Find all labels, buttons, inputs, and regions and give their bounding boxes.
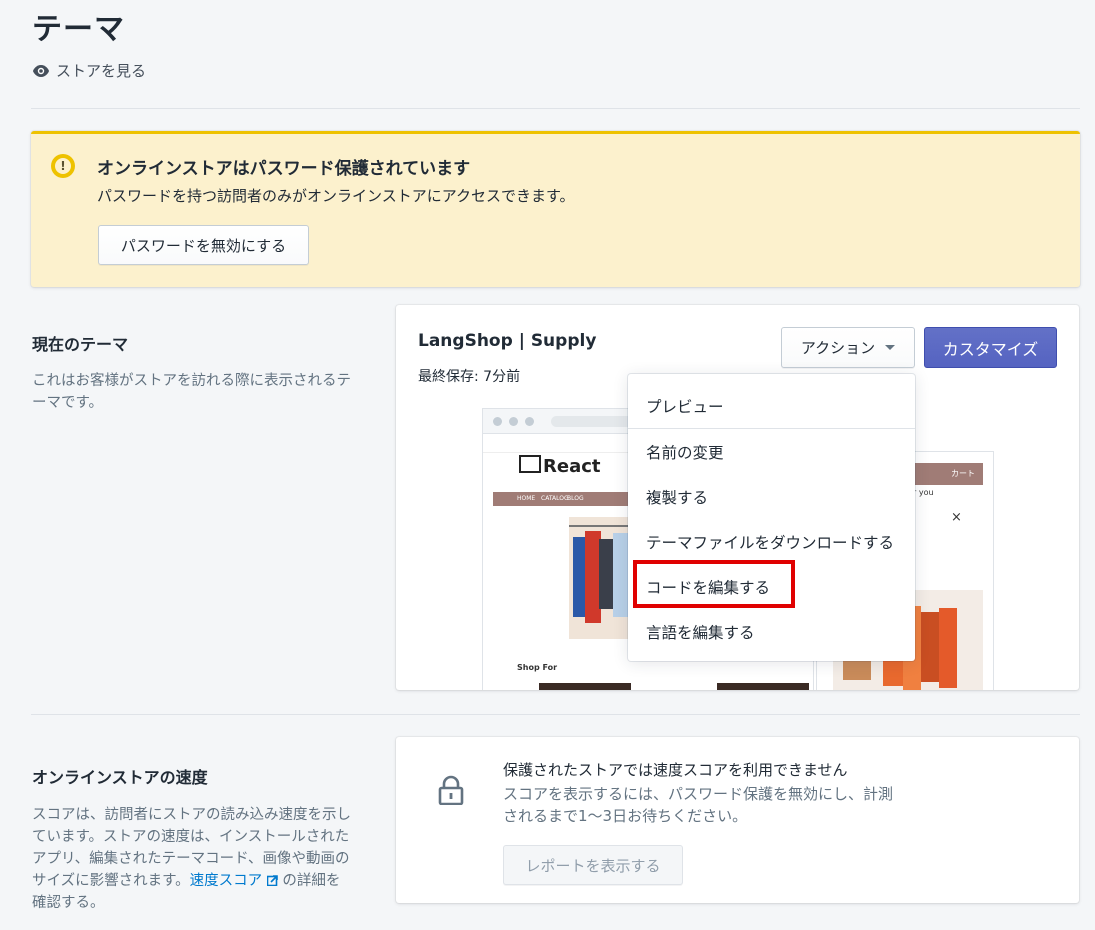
theme-name: LangShop | Supply [418, 331, 597, 351]
external-link-icon [266, 875, 278, 887]
menu-item-preview[interactable]: プレビュー [646, 395, 724, 417]
actions-label: アクション [800, 339, 876, 357]
actions-button[interactable]: アクション [781, 327, 915, 368]
last-saved: 最終保存: 7分前 [418, 369, 521, 385]
menu-item-rename[interactable]: 名前の変更 [646, 441, 724, 463]
preview-close-icon: × [951, 510, 962, 525]
caret-down-icon [885, 345, 896, 350]
banner-text: パスワードを持つ訪問者のみがオンラインストアにアクセスできます。 [97, 187, 575, 205]
disable-password-button[interactable]: パスワードを無効にする [98, 225, 309, 265]
speed-card-text: スコアを表示するには、パスワード保護を無効にし、計測されるまで1〜3日お待ちくだ… [503, 785, 894, 825]
menu-item-download-theme[interactable]: テーマファイルをダウンロードする [646, 531, 894, 553]
menu-item-edit-languages[interactable]: 言語を編集する [646, 621, 755, 643]
preview-cart: カート [951, 469, 975, 478]
preview-logo: React [519, 455, 601, 477]
actions-dropdown: プレビュー 名前の変更 複製する テーマファイルをダウンロードする コードを編集… [628, 374, 915, 661]
customize-button[interactable]: カスタマイズ [924, 327, 1057, 368]
eye-icon [33, 64, 49, 77]
speed-card: 保護されたストアでは速度スコアを利用できません スコアを表示するには、パスワード… [396, 737, 1079, 903]
section-divider [31, 714, 1080, 715]
view-report-button[interactable]: レポートを表示する [503, 845, 683, 885]
speed-heading: オンラインストアの速度 [32, 768, 208, 787]
menu-item-duplicate[interactable]: 複製する [646, 486, 708, 508]
view-store-link[interactable]: ストアを見る [32, 60, 146, 81]
preview-shop-for: Shop For [517, 663, 558, 672]
warning-icon: ! [51, 154, 75, 178]
header-divider [31, 108, 1080, 109]
page-title: テーマ [32, 12, 125, 47]
menu-divider [628, 428, 915, 429]
edit-code-highlight [633, 560, 795, 608]
speed-card-title: 保護されたストアでは速度スコアを利用できません [503, 761, 848, 779]
speed-score-link[interactable]: 速度スコア [190, 873, 278, 889]
banner-title: オンラインストアはパスワード保護されています [97, 159, 471, 179]
password-banner: ! オンラインストアはパスワード保護されています パスワードを持つ訪問者のみがオ… [31, 131, 1080, 287]
current-theme-heading: 現在のテーマ [32, 335, 129, 354]
speed-description: スコアは、訪問者にストアの読み込み速度を示しています。ストアの速度は、インストー… [32, 807, 351, 911]
lock-icon [438, 775, 464, 805]
view-store-label: ストアを見る [56, 62, 147, 80]
current-theme-description: これはお客様がストアを訪れる際に表示されるテーマです。 [32, 373, 351, 411]
